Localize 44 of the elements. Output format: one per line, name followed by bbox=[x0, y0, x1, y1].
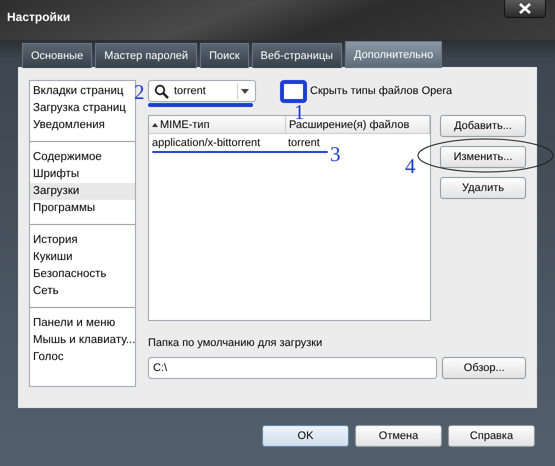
action-button[interactable]: Добавить... bbox=[440, 115, 526, 137]
sidebar-item[interactable]: Голос bbox=[30, 349, 135, 366]
annotation-number: 3 bbox=[330, 144, 340, 165]
sidebar-item[interactable]: Сеть bbox=[30, 283, 135, 300]
tab[interactable]: Мастер паролей bbox=[95, 43, 198, 68]
folder-label: Папка по умолчанию для загрузки bbox=[148, 337, 324, 349]
sidebar-item[interactable]: Уведомления bbox=[30, 117, 135, 134]
dropdown-arrow-icon[interactable] bbox=[241, 88, 249, 94]
sidebar-item[interactable]: Шрифты bbox=[30, 166, 135, 183]
window-title: Настройки bbox=[7, 10, 70, 24]
sidebar-item[interactable]: Загрузка страниц bbox=[30, 100, 135, 117]
browse-button[interactable]: Обзор... bbox=[442, 357, 526, 379]
dialog-button[interactable]: OK bbox=[262, 425, 349, 447]
sidebar-item[interactable]: История bbox=[30, 232, 135, 249]
search-icon bbox=[154, 84, 170, 98]
annotation-number: 2 bbox=[134, 82, 144, 103]
dialog-button[interactable]: Отмена bbox=[355, 425, 442, 447]
tab[interactable]: Дополнительно bbox=[345, 41, 442, 68]
tab[interactable]: Веб-страницы bbox=[252, 43, 342, 68]
column-label: Расширение(я) файлов bbox=[289, 118, 410, 130]
sidebar-item[interactable]: Загрузки bbox=[30, 183, 135, 200]
checkbox[interactable] bbox=[280, 80, 307, 102]
sidebar-item[interactable]: Панели и меню bbox=[30, 315, 135, 332]
action-button[interactable]: Изменить... bbox=[440, 146, 526, 168]
sidebar-item[interactable]: Программы bbox=[30, 200, 135, 217]
folder-field[interactable]: C:\ bbox=[148, 357, 438, 379]
dialog-button[interactable]: Справка bbox=[448, 425, 535, 447]
checkbox-label: Скрыть типы файлов Opera bbox=[310, 85, 452, 97]
column-label: MIME-тип bbox=[160, 118, 210, 130]
close-icon bbox=[518, 3, 532, 14]
table-cell-text: application/x-bittorrent bbox=[151, 137, 262, 149]
action-button[interactable]: Удалить bbox=[440, 177, 526, 199]
sidebar-item[interactable]: Безопасность bbox=[30, 266, 135, 283]
combo-box[interactable]: torrent bbox=[148, 80, 256, 102]
sidebar-item[interactable]: Вкладки страниц bbox=[30, 83, 135, 100]
sidebar-item[interactable]: Мышь и клавиату... bbox=[30, 332, 135, 349]
column-header[interactable]: MIME-тип bbox=[149, 116, 286, 133]
sidebar-item[interactable]: Содержимое bbox=[30, 149, 135, 166]
sidebar-item[interactable]: Кукиши bbox=[30, 249, 135, 266]
tab[interactable]: Основные bbox=[22, 43, 92, 68]
tab[interactable]: Поиск bbox=[200, 43, 249, 68]
close-button[interactable] bbox=[504, 0, 546, 18]
table-cell-text: torrent bbox=[287, 137, 321, 149]
annotation-number: 4 bbox=[405, 156, 416, 177]
